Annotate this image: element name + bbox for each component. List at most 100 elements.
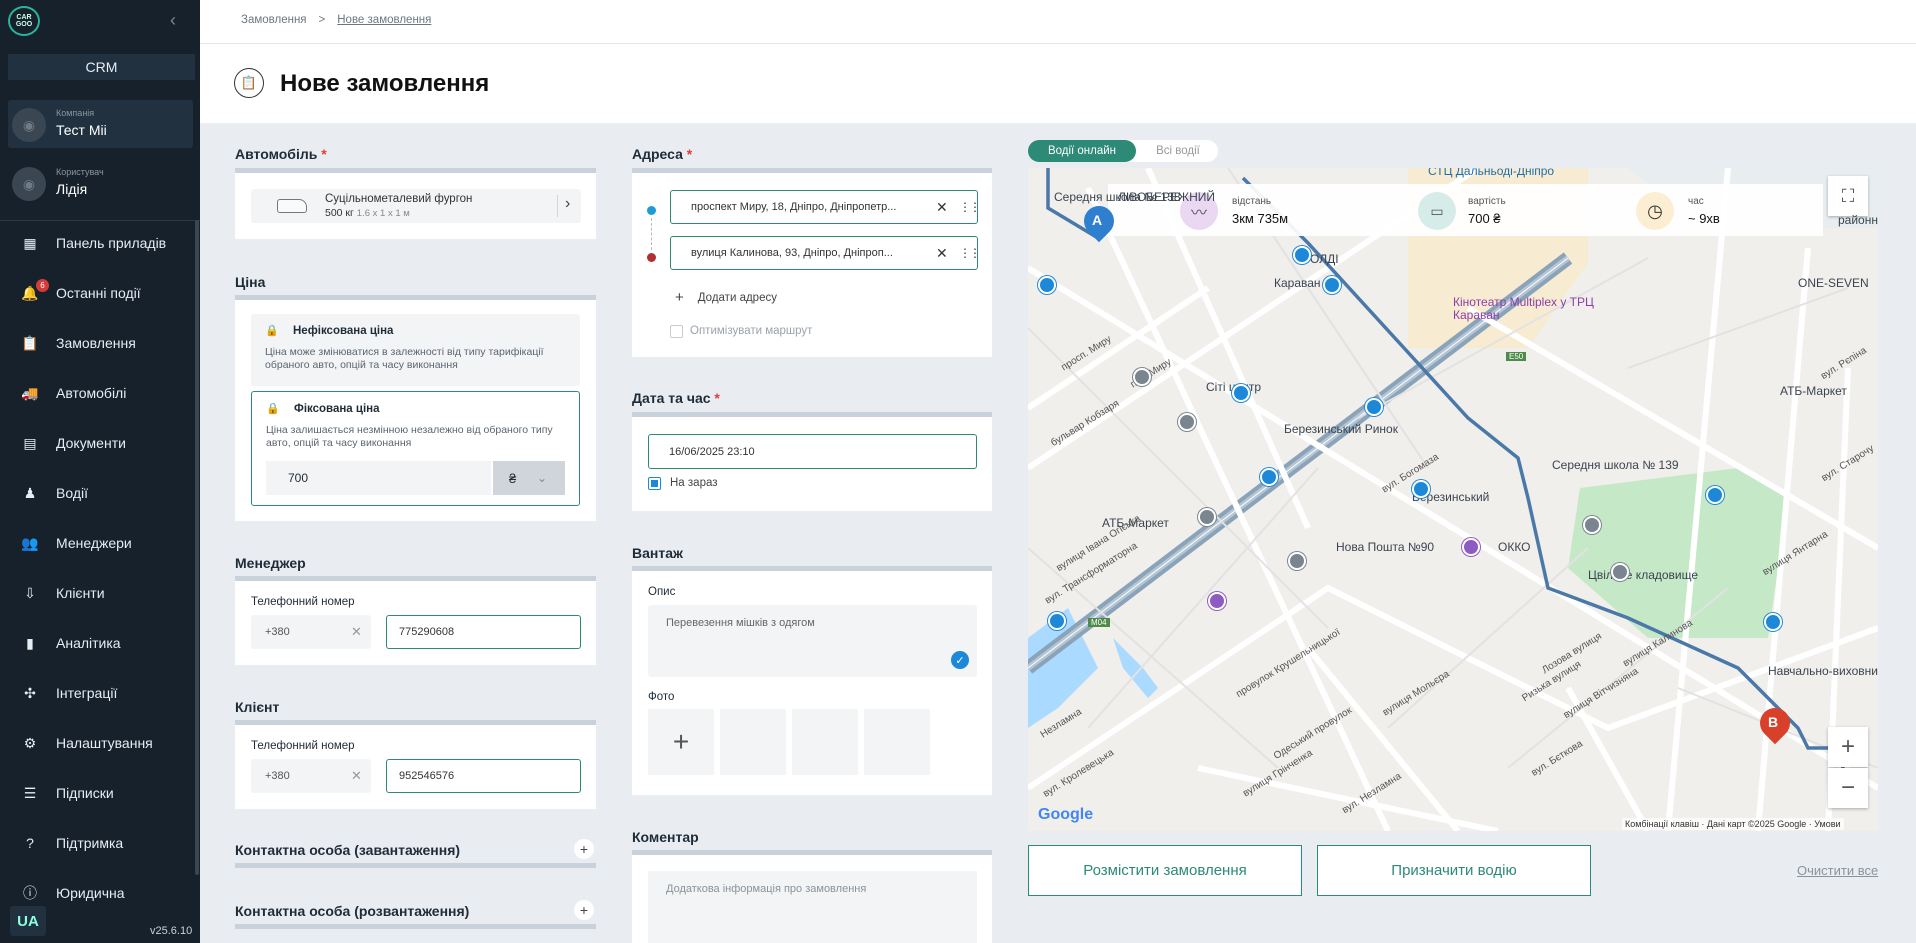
map-place-label[interactable]: Березинський Ринок [1284, 422, 1398, 436]
map-poi-icon[interactable] [1462, 538, 1480, 556]
assign-driver-button[interactable]: Призначити водію [1317, 845, 1591, 896]
chevron-right-icon[interactable]: › [565, 195, 570, 213]
check-icon[interactable]: ✓ [951, 651, 969, 669]
sidebar-item-chart[interactable]: ▮ Аналітика [0, 623, 196, 663]
sidebar-item-bell[interactable]: 🔔 Останні події 6 [0, 273, 196, 313]
fullscreen-button[interactable]: ⛶ [1828, 176, 1868, 216]
map-poi-icon[interactable] [1198, 508, 1216, 526]
sidebar-item-truck[interactable]: 🚚 Автомобілі [0, 373, 196, 413]
clear-icon[interactable]: ✕ [936, 245, 948, 262]
van-icon [277, 199, 307, 213]
sidebar-item-managers[interactable]: 👥 Менеджери [0, 523, 196, 563]
map-place-label[interactable]: ONE-SEVEN [1798, 276, 1869, 290]
sidebar-item-driver[interactable]: ♟ Водії [0, 473, 196, 513]
destination-address-input[interactable]: вулиця Калинова, 93, Дніпро, Дніпроп... … [670, 236, 981, 270]
map-place-label[interactable]: E50 [1506, 352, 1527, 361]
map-poi-icon[interactable] [1583, 516, 1601, 534]
client-phone-input[interactable]: 952546576 [386, 759, 581, 793]
app-logo[interactable]: CAR GOO [8, 6, 40, 36]
map-poi-icon[interactable] [1611, 563, 1629, 581]
manager-phone-input[interactable]: 775290608 [386, 615, 581, 649]
gear-icon: ⚙ [23, 734, 37, 751]
user-selector[interactable]: ◉ Користувач Лідія [8, 159, 193, 207]
currency-select[interactable]: ₴ ⌄ [493, 461, 565, 495]
drag-handle-icon[interactable]: ⋮⋮ [959, 246, 981, 260]
map-poi-icon[interactable] [1288, 552, 1306, 570]
map-place-label[interactable]: АТБ-Маркет [1780, 384, 1847, 398]
price-input[interactable]: 700 [266, 461, 491, 495]
breadcrumb-current[interactable]: Нове замовлення [337, 14, 431, 26]
map-place-label[interactable]: Цвільне кладовище [1588, 568, 1698, 582]
map-poi-icon[interactable] [1178, 413, 1196, 431]
fixed-price-option[interactable]: 🔒 Фіксована ціна Ціна залишається незмін… [251, 391, 580, 506]
map-poi-icon[interactable] [1232, 384, 1250, 402]
breadcrumb-root[interactable]: Замовлення [241, 14, 307, 26]
map-poi-icon[interactable] [1293, 246, 1311, 264]
sidebar: CAR GOO ‹ CRM ◉ Компанія Тест Mii ◉ Кори… [0, 0, 200, 943]
sidebar-item-integrations[interactable]: ✣ Інтеграції [0, 673, 196, 713]
map-poi-icon[interactable] [1764, 613, 1782, 631]
sidebar-item-gear[interactable]: ⚙ Налаштування [0, 723, 196, 763]
place-order-button[interactable]: Розмістити замовлення [1028, 845, 1302, 896]
sidebar-item-clients[interactable]: ⇩ Клієнти [0, 573, 196, 613]
map-place-label[interactable]: ОЛДІ [1310, 252, 1339, 266]
map-poi-icon[interactable] [1260, 468, 1278, 486]
now-checkbox[interactable] [648, 477, 661, 490]
language-button[interactable]: UA [10, 906, 46, 936]
map-poi-icon[interactable] [1038, 276, 1056, 294]
map-poi-icon[interactable] [1133, 368, 1151, 386]
datetime-input[interactable]: 16/06/2025 23:10 [648, 434, 977, 469]
optimize-route-checkbox[interactable] [670, 325, 683, 338]
sidebar-item-clipboard[interactable]: 📋 Замовлення [0, 323, 196, 363]
add-address-button[interactable]: + Додати адресу [670, 289, 777, 306]
map-poi-icon[interactable] [1365, 398, 1383, 416]
map[interactable]: 〰 відстань 3км 735м ▭ вартість 700 ₴ ◷ ч… [1028, 168, 1878, 831]
vehicle-selector[interactable]: Суцільнометалевий фургон 500 кг 1.6 x 1 … [251, 189, 581, 223]
map-place-label[interactable]: Кінотеатр Multiplex у ТРЦ Караван [1453, 296, 1603, 322]
map-poi-icon[interactable] [1706, 486, 1724, 504]
map-place-label[interactable]: Середня школа № 139 [1552, 458, 1679, 472]
zoom-out-button[interactable]: − [1828, 768, 1868, 808]
tab-all-drivers[interactable]: Всі водії [1140, 140, 1216, 162]
cargo-desc-textarea[interactable]: Перевезення мішків з одягом ✓ [648, 605, 977, 677]
sidebar-item-document[interactable]: ▤ Документи [0, 423, 196, 463]
photo-slot [792, 709, 858, 775]
drag-handle-icon[interactable]: ⋮⋮ [959, 200, 981, 214]
add-contact-loading-button[interactable]: + [574, 839, 594, 859]
sidebar-item-dashboard[interactable]: ▦ Панель приладів [0, 223, 196, 263]
cargo-title: Вантаж [632, 545, 683, 561]
map-place-label[interactable]: Нова Пошта №90 [1336, 540, 1434, 554]
map-poi-icon[interactable] [1412, 480, 1430, 498]
prefix-text: +380 [265, 626, 290, 638]
map-poi-icon[interactable] [1048, 612, 1066, 630]
map-place-label[interactable]: M04 [1088, 618, 1110, 627]
sidebar-item-subscriptions[interactable]: ☰ Підписки [0, 773, 196, 813]
map-place-label[interactable]: ЛІВОБЕРЕЖНИЙ [1118, 190, 1215, 204]
add-photo-button[interactable]: + [648, 709, 714, 775]
contact-loading-title: Контактна особа (завантаження) [235, 842, 461, 858]
client-phone-prefix[interactable]: +380 ✕ [251, 759, 371, 793]
map-place-label[interactable]: Караван [1274, 276, 1321, 290]
tab-drivers-online[interactable]: Водії онлайн [1028, 140, 1136, 162]
zoom-in-button[interactable]: + [1828, 727, 1868, 767]
datetime-card: 16/06/2025 23:10 На зараз [632, 417, 992, 511]
unfixed-price-option[interactable]: 🔒 Нефіксована ціна Ціна може змінюватися… [251, 314, 580, 386]
map-poi-icon[interactable] [1323, 276, 1341, 294]
document-icon: ▤ [23, 434, 37, 451]
clear-all-link[interactable]: Очистити все [1797, 863, 1878, 878]
map-place-label[interactable]: Навчально-виховний комплекс №41 [1768, 664, 1878, 678]
collapse-sidebar-icon[interactable]: ‹ [170, 10, 176, 31]
map-place-label[interactable]: СТЦ Дальньоді-Дніпро [1428, 168, 1554, 178]
map-place-label[interactable]: районна [1838, 213, 1878, 227]
map-place-label[interactable]: ОККО [1498, 540, 1531, 554]
company-selector[interactable]: ◉ Компанія Тест Mii [8, 100, 193, 148]
add-contact-unloading-button[interactable]: + [574, 900, 594, 920]
sidebar-item-help[interactable]: ? Підтримка [0, 823, 196, 863]
clear-icon[interactable]: ✕ [936, 199, 948, 216]
map-poi-icon[interactable] [1208, 592, 1226, 610]
clear-icon[interactable]: ✕ [351, 768, 362, 784]
origin-address-input[interactable]: проспект Миру, 18, Дніпро, Дніпропетр...… [670, 190, 981, 224]
comment-textarea[interactable]: Додаткова інформація про замовлення [648, 871, 977, 943]
clear-icon[interactable]: ✕ [351, 624, 362, 640]
manager-phone-prefix[interactable]: +380 ✕ [251, 615, 371, 649]
